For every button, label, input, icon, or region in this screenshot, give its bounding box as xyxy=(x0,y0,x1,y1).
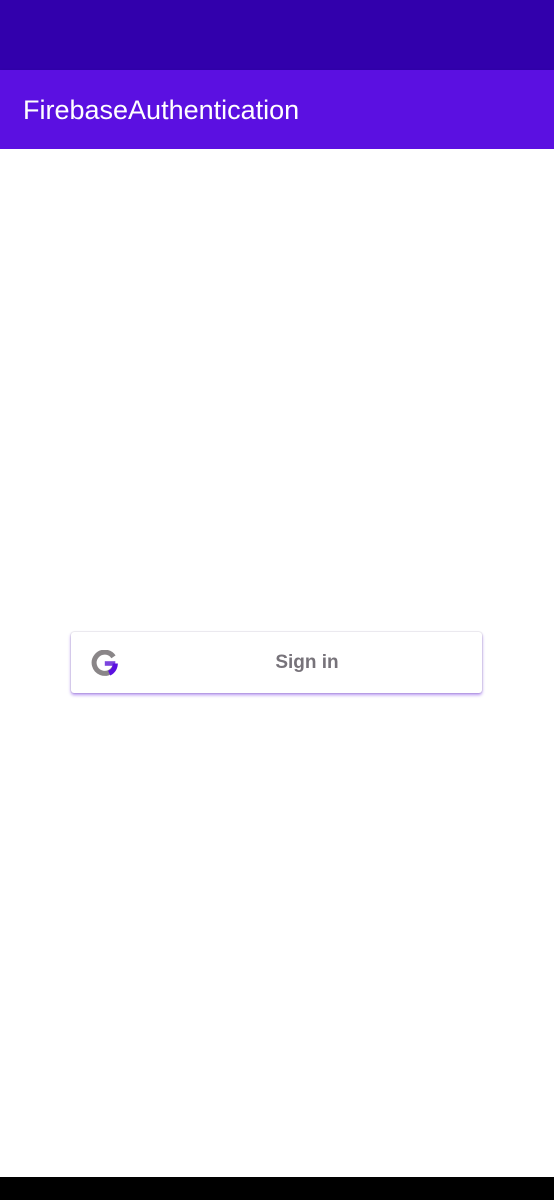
sign-in-label: Sign in xyxy=(275,652,339,673)
google-icon xyxy=(91,649,118,677)
status-bar xyxy=(0,0,554,70)
navigation-bar xyxy=(0,1177,554,1200)
app-title: FirebaseAuthentication xyxy=(23,95,300,125)
google-sign-in-button[interactable]: Sign in xyxy=(71,632,482,693)
app-bar: FirebaseAuthentication xyxy=(0,70,554,149)
